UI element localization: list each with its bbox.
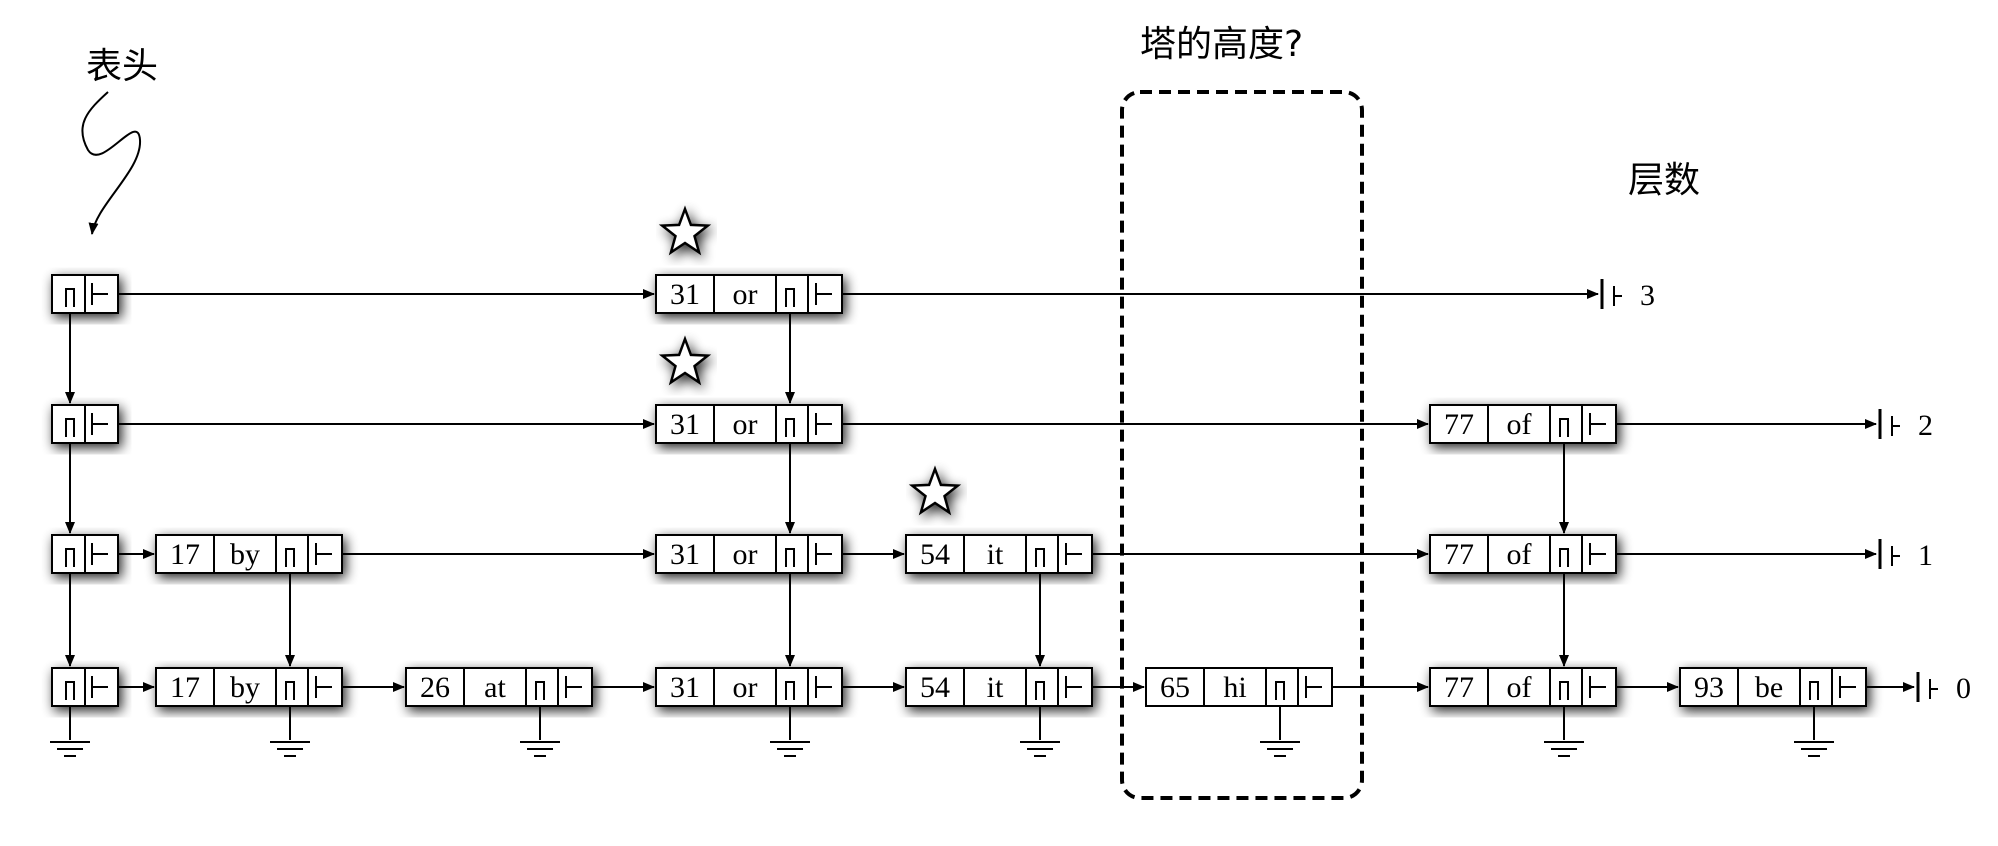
- node-key: 31: [670, 408, 700, 441]
- node-key: 31: [670, 538, 700, 571]
- terminator-level-3: 3: [1600, 279, 1655, 312]
- node-key: 31: [670, 671, 700, 704]
- null-ground-icon: [1260, 706, 1300, 757]
- node-key: 31: [670, 278, 700, 311]
- node-word: or: [733, 538, 758, 571]
- star-icon: [908, 465, 962, 516]
- star-icon: [658, 205, 712, 256]
- null-ground-icon: [1544, 706, 1584, 757]
- node-or-level-3: 31 or: [655, 274, 843, 314]
- node-word: by: [230, 671, 260, 704]
- null-ground-icon: [1020, 706, 1060, 757]
- node-word: hi: [1223, 671, 1246, 704]
- header-label: 表头: [86, 46, 158, 87]
- skip-list: 31 or 3 31 or 77 of 2 17 by 31 or 54 it 77 of 1 17 by 26 at 3…: [50, 205, 1971, 757]
- node-key: 26: [420, 671, 450, 704]
- node-word: it: [987, 538, 1004, 571]
- skip-list-diagram: 表头 塔的高度? 层数 31 or 3 31 or 77 of 2 17 by 31 or 54 it 77…: [50, 24, 1971, 800]
- null-ground-icon: [770, 706, 810, 757]
- level-number: 0: [1956, 672, 1971, 705]
- level-number: 2: [1918, 409, 1933, 442]
- levels-label: 层数: [1628, 160, 1700, 201]
- level-number: 3: [1640, 279, 1655, 312]
- node-or-level-2: 31 or: [655, 404, 843, 444]
- node-be-level-0: 93 be: [1679, 667, 1867, 707]
- node-key: 77: [1444, 538, 1474, 571]
- node-of-level-2: 77 of: [1429, 404, 1617, 444]
- header-pointer-line: [81, 91, 142, 235]
- node-by-level-0: 17 by: [155, 667, 343, 707]
- node-word: of: [1507, 538, 1532, 571]
- node-word: it: [987, 671, 1004, 704]
- node-or-level-0: 31 or: [655, 667, 843, 707]
- node-of-level-0: 77 of: [1429, 667, 1617, 707]
- node-key: 17: [170, 671, 200, 704]
- node-by-level-1: 17 by: [155, 534, 343, 574]
- node-it-level-1: 54 it: [905, 534, 1093, 574]
- node-hi-level-0: 65 hi: [1145, 667, 1333, 707]
- node-key: 54: [920, 538, 950, 571]
- node-word: of: [1507, 408, 1532, 441]
- star-icon: [658, 335, 712, 386]
- header-node-level-2: [51, 404, 119, 444]
- node-word: or: [733, 671, 758, 704]
- node-word: be: [1755, 671, 1783, 704]
- node-word: or: [733, 278, 758, 311]
- node-word: or: [733, 408, 758, 441]
- node-word: of: [1507, 671, 1532, 704]
- null-ground-icon: [50, 706, 90, 757]
- header-node-level-3: [51, 274, 119, 314]
- null-ground-icon: [1794, 706, 1834, 757]
- level-number: 1: [1918, 539, 1933, 572]
- node-key: 65: [1160, 671, 1190, 704]
- node-at-level-0: 26 at: [405, 667, 593, 707]
- node-or-level-1: 31 or: [655, 534, 843, 574]
- node-of-level-1: 77 of: [1429, 534, 1617, 574]
- node-key: 77: [1444, 671, 1474, 704]
- node-key: 54: [920, 671, 950, 704]
- terminator-level-0: 0: [1916, 672, 1971, 705]
- node-key: 77: [1444, 408, 1474, 441]
- node-it-level-0: 54 it: [905, 667, 1093, 707]
- header-node-level-1: [51, 534, 119, 574]
- terminator-level-2: 2: [1878, 409, 1933, 442]
- null-ground-icon: [520, 706, 560, 757]
- node-word: by: [230, 538, 260, 571]
- header-node-level-0: [51, 667, 119, 707]
- node-key: 93: [1694, 671, 1724, 704]
- node-word: at: [484, 671, 506, 704]
- tower-height-label: 塔的高度?: [1140, 24, 1303, 65]
- null-ground-icon: [270, 706, 310, 757]
- node-key: 17: [170, 538, 200, 571]
- terminator-level-1: 1: [1878, 539, 1933, 572]
